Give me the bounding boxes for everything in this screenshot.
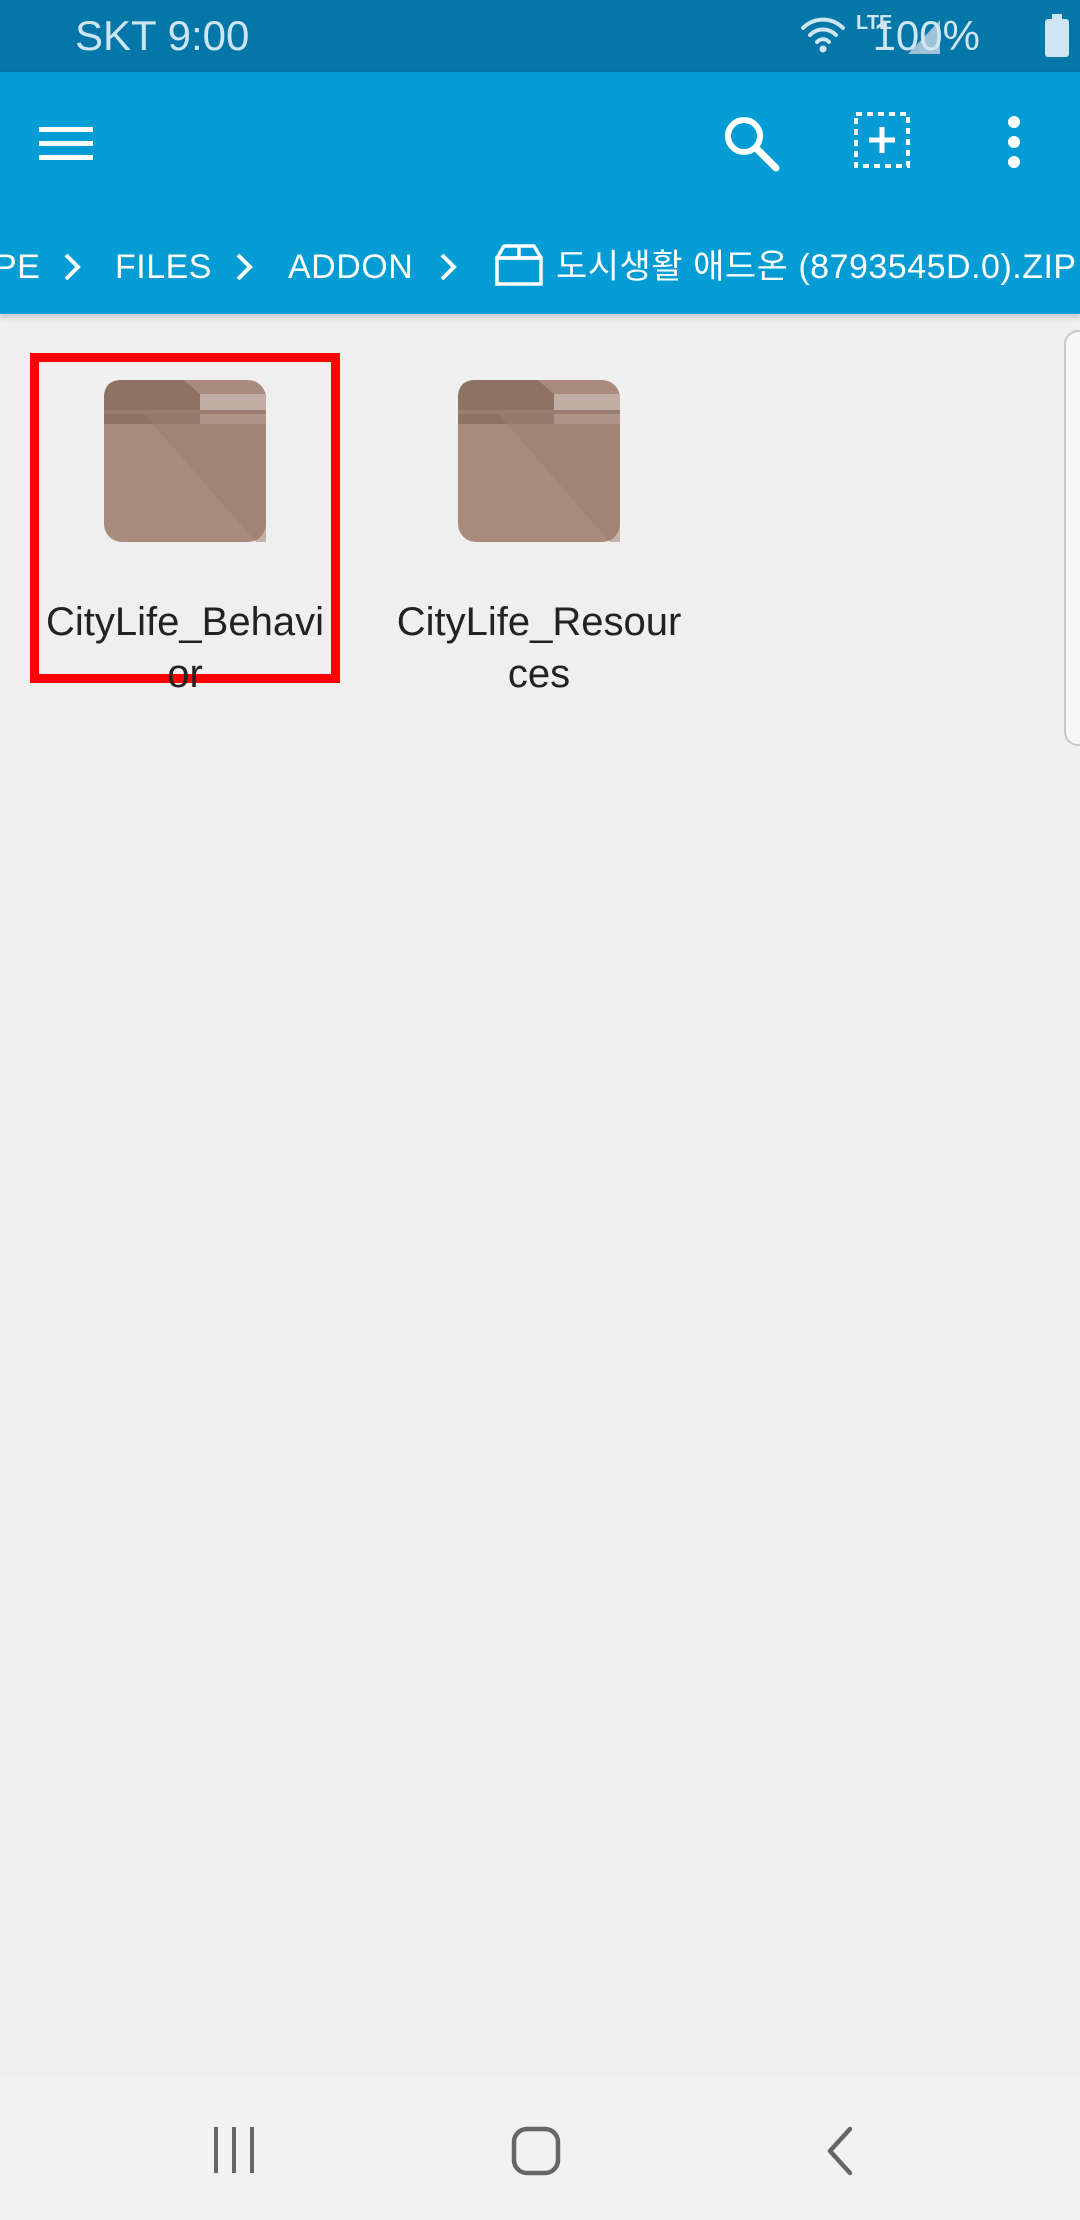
status-icons: LTE 100%	[720, 0, 1080, 72]
chevron-right-icon	[440, 253, 457, 281]
home-icon[interactable]	[510, 2125, 562, 2177]
more-options-icon[interactable]	[1000, 112, 1028, 172]
wifi-icon	[801, 17, 845, 53]
app-bar: PE FILES ADDON 도시생활 애드온 (8793545D.0).ZIP	[0, 72, 1080, 314]
menu-icon[interactable]	[36, 114, 96, 174]
file-grid: CityLife_Behavior CityLife_Resources	[0, 314, 1080, 2074]
status-carrier-time: SKT 9:00	[75, 12, 250, 59]
search-icon[interactable]	[720, 112, 782, 174]
back-icon[interactable]	[820, 2125, 860, 2177]
folder-name: CityLife_Behavior	[46, 600, 324, 696]
status-bar: SKT 9:00 LTE 100%	[0, 0, 1080, 72]
navigation-bar	[0, 2075, 1080, 2220]
breadcrumb-item-addon[interactable]: ADDON	[288, 220, 413, 314]
select-icon[interactable]	[852, 110, 912, 170]
chevron-right-icon	[64, 253, 81, 281]
archive-icon	[495, 244, 543, 286]
breadcrumb-item-files[interactable]: FILES	[115, 220, 212, 314]
folder-icon	[104, 380, 266, 542]
edge-panel-handle[interactable]	[1064, 330, 1080, 746]
folder-icon	[458, 380, 620, 542]
battery-percent: 100%	[872, 12, 980, 59]
folder-citylife-behavior[interactable]: CityLife_Behavior	[30, 353, 340, 696]
breadcrumb-item-pe[interactable]: PE	[0, 220, 40, 314]
battery-icon	[1045, 14, 1069, 57]
folder-citylife-resources[interactable]: CityLife_Resources	[389, 358, 689, 696]
recent-apps-icon[interactable]	[210, 2125, 260, 2175]
folder-name: CityLife_Resources	[396, 600, 682, 696]
breadcrumb: PE FILES ADDON 도시생활 애드온 (8793545D.0).ZIP	[0, 220, 1080, 314]
chevron-right-icon	[236, 253, 253, 281]
breadcrumb-item-zip[interactable]: 도시생활 애드온 (8793545D.0).ZIP	[556, 220, 1077, 314]
